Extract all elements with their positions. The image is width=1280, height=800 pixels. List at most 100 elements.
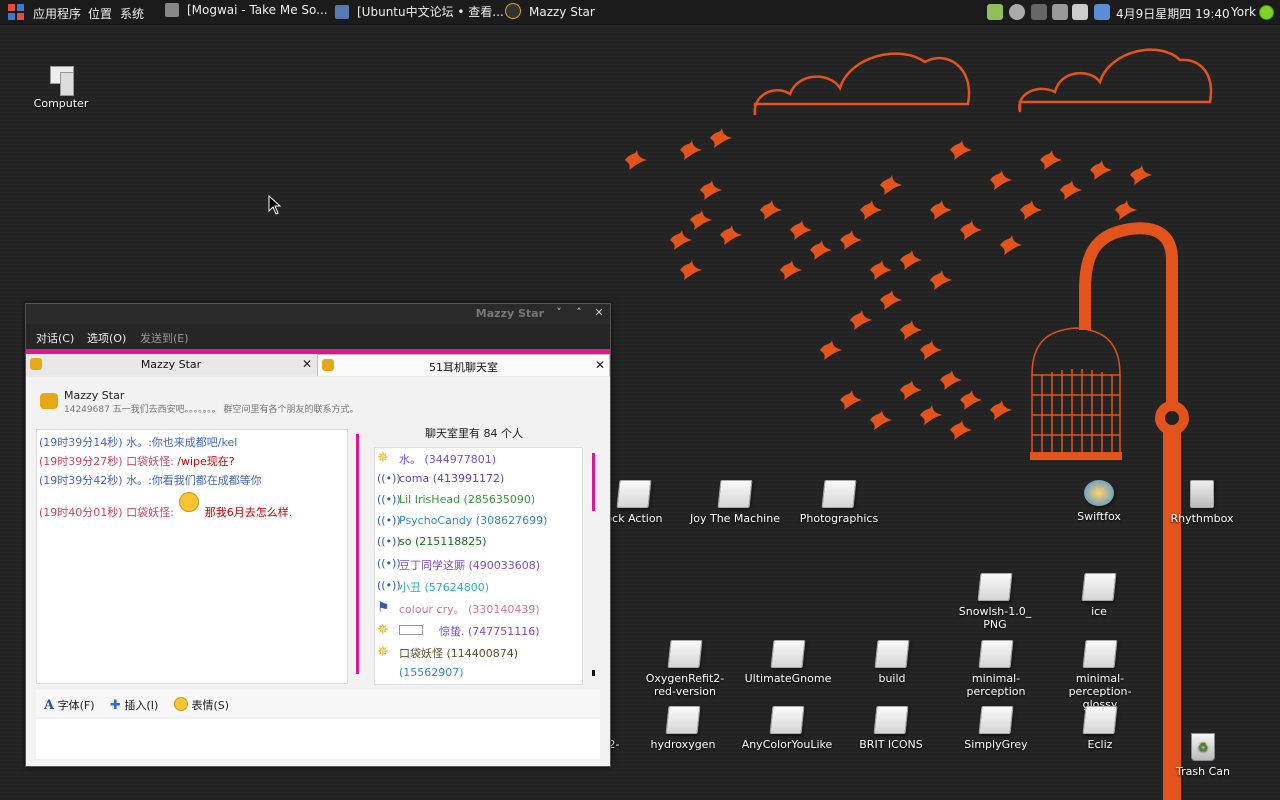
plus-icon: ✚ — [110, 698, 121, 713]
smiley-icon — [174, 697, 188, 711]
folder-icon — [616, 480, 652, 508]
group-avatar-icon — [40, 393, 58, 409]
broadcast-icon: ((•)) — [377, 557, 401, 570]
folder-icon — [821, 480, 857, 508]
insert-button[interactable]: ✚ 插入(I) — [110, 697, 158, 713]
desktop-icon-trash[interactable]: ♻ Trash Can — [1151, 733, 1255, 778]
tab-close-icon[interactable]: ✕ — [595, 358, 605, 372]
computer-icon — [46, 66, 76, 96]
message-history[interactable]: (19时39分14秒) 水。:你也来成都吧/kel (19时39分27秒) 口袋… — [36, 429, 348, 684]
desktop-icon-folder[interactable]: Ecliz — [1048, 706, 1152, 751]
desktop-icon-folder[interactable]: hydroxygen — [631, 706, 735, 751]
member-count: 聊天室里有 84 个人 — [425, 427, 523, 440]
window-menubar: 对话(C) 选项(O) 发送到(E) — [26, 324, 610, 349]
font-icon: A — [44, 698, 55, 713]
top-panel: 应用程序 位置 系统 [Mogwai - Take Me So... [Ubun… — [0, 0, 1280, 25]
desktop-icon-swiftfox[interactable]: Swiftfox — [1047, 480, 1151, 523]
swiftfox-icon — [1084, 480, 1114, 506]
tab-close-icon[interactable]: ✕ — [302, 357, 312, 371]
menu-places[interactable]: 位置 — [88, 5, 112, 22]
trash-icon: ♻ — [1191, 733, 1215, 761]
contact-name: Mazzy Star — [64, 389, 125, 402]
menu-system[interactable]: 系统 — [120, 5, 144, 22]
desktop-icon-folder[interactable]: OxygenRefit2- red-version — [633, 640, 737, 698]
keyboard-tray-icon[interactable] — [1052, 4, 1068, 20]
chat-content: Mazzy Star 14249687 五一我们去西安吧。。。。。。。 群空间里… — [26, 377, 610, 766]
window-titlebar[interactable]: Mazzy Star ˅ ˄ ✕ — [26, 304, 610, 324]
desktop-icon-folder[interactable]: minimal- perception — [944, 640, 1048, 698]
desktop-icon-rhythmbox[interactable]: Rhythmbox — [1150, 480, 1254, 525]
taskbar-item-mazzy-star[interactable]: Mazzy Star — [505, 3, 595, 21]
member-scrollbar-thumb[interactable] — [592, 670, 595, 676]
flag-icon: ⚑ — [377, 600, 390, 616]
star-icon: ✵ — [377, 450, 389, 466]
speaker-icon — [1190, 480, 1214, 508]
badge-icon — [399, 625, 423, 635]
clock[interactable]: 4月9日星期四 19:40 — [1116, 5, 1230, 22]
volume-tray-icon[interactable] — [1094, 4, 1110, 20]
folder-icon — [1082, 640, 1118, 668]
message-input[interactable] — [36, 719, 600, 759]
desktop-icon-folder[interactable]: UltimateGnome — [736, 640, 840, 685]
folder-icon — [977, 573, 1013, 601]
broadcast-icon: ((•)) — [377, 579, 401, 592]
menu-conversation[interactable]: 对话(C) — [36, 330, 74, 346]
desktop-icon-folder[interactable]: SimplyGrey — [944, 706, 1048, 751]
message-row: (19时39分14秒) 水。:你也来成都吧/kel — [39, 436, 238, 449]
browser-icon — [335, 5, 349, 19]
network-tray-icon[interactable] — [987, 4, 1003, 20]
emoticon-button[interactable]: 表情(S) — [174, 697, 229, 713]
message-row: (19时40分01秒) 口袋妖怪: 那我6月去怎么样. — [39, 492, 292, 519]
folder-icon — [665, 706, 701, 734]
menu-send-to[interactable]: 发送到(E) — [140, 330, 189, 346]
font-button[interactable]: A 字体(F) — [44, 697, 95, 713]
taskbar-item-mogwai[interactable]: [Mogwai - Take Me So... — [165, 3, 328, 21]
window-title: Mazzy Star — [475, 307, 544, 320]
desktop-icon-folder[interactable]: AnyColorYouLike — [735, 706, 839, 751]
input-toolbar: A 字体(F) ✚ 插入(I) 表情(S) — [36, 689, 600, 717]
message-row: (19时39分27秒) 口袋妖怪: /wipe现在? — [39, 455, 235, 468]
close-icon[interactable]: ✕ — [592, 306, 606, 320]
folder-icon — [717, 480, 753, 508]
folder-icon — [978, 706, 1014, 734]
settings-tray-icon[interactable] — [1031, 4, 1047, 20]
mail-tray-icon[interactable] — [1072, 4, 1088, 20]
broadcast-icon: ((•)) — [377, 493, 401, 506]
music-player-icon — [165, 3, 179, 17]
desktop-icon-folder[interactable]: Photographics — [787, 480, 891, 525]
chat-window: Mazzy Star ˅ ˄ ✕ 对话(C) 选项(O) 发送到(E) Mazz… — [25, 303, 611, 767]
menu-applications[interactable]: 应用程序 — [33, 5, 81, 22]
star-icon: ✵ — [377, 644, 389, 660]
qq-penguin-icon — [505, 3, 521, 19]
broadcast-icon: ((•)) — [377, 535, 401, 548]
member-list[interactable]: ✵ 水。 (344977801) ((•)) coma (413991172) ((… — [374, 447, 583, 685]
desktop-icon-folder[interactable]: minimal- perception- glossy — [1048, 640, 1152, 711]
online-status-icon[interactable] — [1259, 5, 1274, 20]
folder-icon — [770, 640, 806, 668]
tab-bar: Mazzy Star ✕ 51耳机聊天室 ✕ — [26, 354, 610, 376]
tab-mazzy-star[interactable]: Mazzy Star ✕ — [26, 354, 316, 375]
menu-options[interactable]: 选项(O) — [87, 330, 126, 346]
desktop-icon-folder[interactable]: Snowlsh-1.0_ PNG — [943, 573, 1047, 631]
desktop-icon-folder[interactable]: ice — [1047, 573, 1151, 618]
member-scrollbar[interactable] — [592, 453, 595, 511]
maximize-icon[interactable]: ˄ — [572, 306, 586, 320]
desktop-icon-computer[interactable]: Computer — [9, 66, 113, 110]
history-scrollbar[interactable] — [356, 434, 359, 674]
desktop-icon-folder[interactable]: BRIT ICONS — [839, 706, 943, 751]
menu-down-icon[interactable]: ˅ — [552, 306, 566, 320]
taskbar-item-ubuntu-forum[interactable]: [Ubuntu中文论坛 • 查看... — [335, 3, 504, 21]
folder-icon — [874, 640, 910, 668]
update-tray-icon[interactable] — [1009, 4, 1025, 20]
desktop-icon-folder[interactable]: Joy The Machine — [683, 480, 787, 525]
folder-icon — [667, 640, 703, 668]
message-row: (19时39分42秒) 水。:你看我们都在成都等你 — [39, 474, 262, 487]
desktop-icon-folder[interactable]: build — [840, 640, 944, 685]
folder-icon — [769, 706, 805, 734]
broadcast-icon: ((•)) — [377, 514, 401, 527]
tab-chatroom[interactable]: 51耳机聊天室 ✕ — [317, 354, 610, 376]
applications-logo-icon[interactable] — [8, 4, 24, 20]
user-name[interactable]: York — [1231, 5, 1256, 19]
folder-icon — [978, 640, 1014, 668]
folder-icon — [1082, 706, 1118, 734]
